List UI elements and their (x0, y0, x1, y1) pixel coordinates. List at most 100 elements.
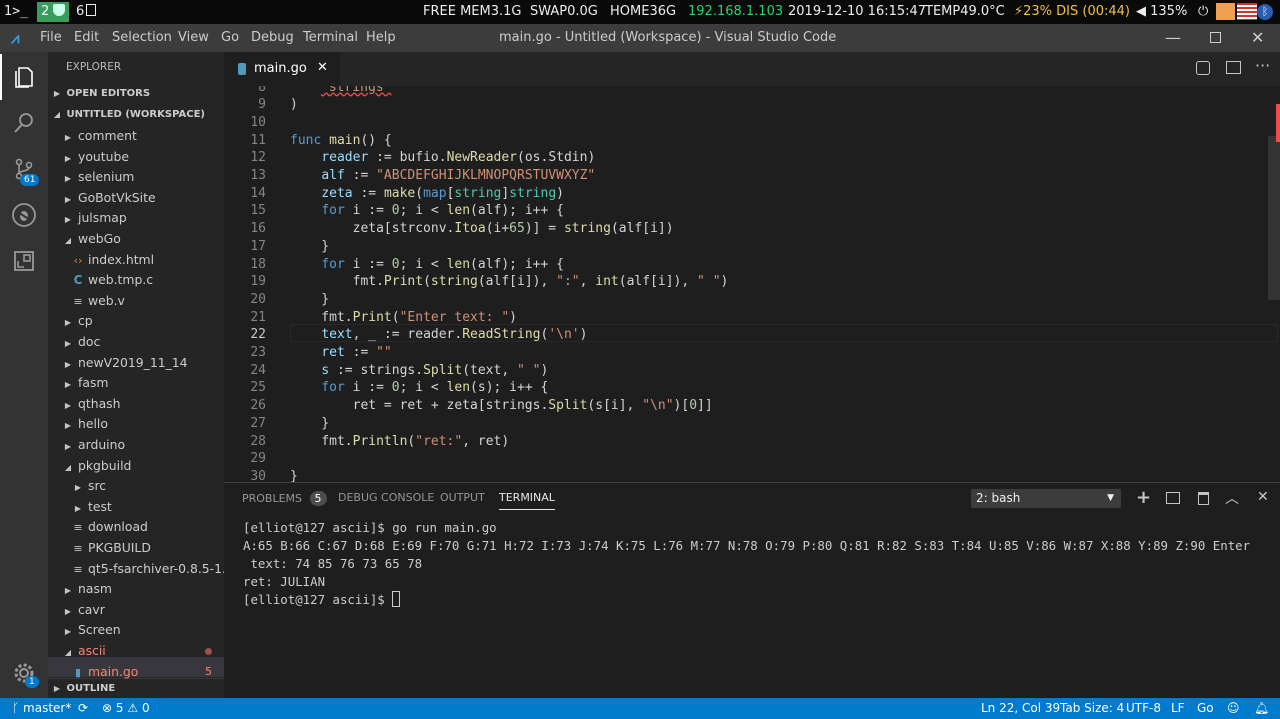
tree-item[interactable]: ▶ test (48, 497, 224, 517)
encoding[interactable]: UTF-8 (1126, 698, 1161, 719)
tree-item[interactable]: ▶ julsmap (48, 208, 224, 228)
tree-item[interactable]: ◢ pkgbuild (48, 456, 224, 476)
chevron-right-icon: ▶ (64, 194, 72, 204)
line-number: 13 (250, 168, 266, 183)
debug-icon[interactable] (0, 192, 48, 238)
line-number: 12 (250, 150, 266, 166)
code-line: s := strings.Split(text, " ") (321, 362, 549, 378)
extensions-icon[interactable] (0, 238, 48, 284)
menu-edit[interactable]: Edit (74, 24, 99, 52)
terminal-select[interactable]: 2: bash ▼ (971, 489, 1121, 508)
menu-go[interactable]: Go (221, 24, 239, 52)
tab-problems[interactable]: PROBLEMS 5 (242, 491, 327, 506)
workspace-6[interactable]: 6 (76, 0, 97, 24)
open-changes-icon[interactable] (1196, 61, 1210, 75)
workspace-2[interactable]: 2 (37, 2, 70, 22)
tree-item[interactable]: ▶ newV2019_11_14 (48, 353, 224, 373)
feedback-icon[interactable]: ☺ (1227, 698, 1240, 719)
maximize-icon[interactable] (1210, 32, 1221, 43)
tab-terminal[interactable]: TERMINAL (499, 491, 555, 510)
maximize-panel-icon[interactable]: ︿ (1225, 488, 1239, 508)
trash-icon[interactable] (1198, 492, 1209, 505)
terminal-launcher-icon[interactable]: 1>_ (4, 0, 28, 24)
tree-item-label: main.go (88, 663, 139, 679)
menu-file[interactable]: File (40, 24, 62, 52)
language-mode[interactable]: Go (1197, 698, 1214, 719)
menu-terminal[interactable]: Terminal (303, 24, 358, 52)
minimap-scrollbar[interactable] (1268, 136, 1280, 300)
tree-item[interactable]: ▮ main.go 5 (48, 662, 224, 682)
tree-item[interactable]: ▶ fasm (48, 373, 224, 393)
code-line: for i := 0; i < len(s); i++ { (321, 380, 549, 396)
close-panel-icon[interactable]: ✕ (1257, 489, 1269, 505)
chevron-right-icon: ▶ (53, 89, 61, 98)
power-icon[interactable]: ⏻ (1198, 0, 1208, 24)
tree-item[interactable]: ≡ web.v (48, 291, 224, 311)
tab-size[interactable]: Tab Size: 4 (1060, 698, 1124, 719)
more-actions-icon[interactable]: ··· (1255, 56, 1270, 75)
line-number: 16 (250, 221, 266, 237)
tree-item[interactable]: ▶ doc (48, 332, 224, 352)
tree-item[interactable]: ≡ PKGBUILD (48, 538, 224, 558)
code-editor[interactable]: 8 "strings" 9) 10 11 func main() {12 reader :… (224, 86, 1280, 482)
tree-item[interactable]: ▶ comment (48, 126, 224, 146)
problems-indicator[interactable]: ⊗ 5 ⚠ 0 (102, 698, 150, 719)
tree-item[interactable]: ▶ nasm (48, 579, 224, 599)
line-number: 18 (250, 256, 266, 272)
split-terminal-icon[interactable] (1166, 492, 1180, 504)
tree-item[interactable]: ▶ src (48, 476, 224, 496)
search-icon[interactable] (0, 100, 48, 146)
tree-item[interactable]: ▶ Screen (48, 620, 224, 640)
keyboard-layout-icon[interactable] (1216, 3, 1235, 20)
tree-item-label: webGo (78, 231, 121, 246)
close-window-icon[interactable]: ✕ (1251, 24, 1264, 52)
tree-item-label: ascii (78, 643, 106, 658)
chevron-down-icon: ◢ (64, 648, 72, 657)
chevron-down-icon: ◢ (64, 236, 72, 245)
line-number: 20 (250, 291, 266, 307)
tab-debug-console[interactable]: DEBUG CONSOLE (338, 491, 434, 504)
tree-item[interactable]: ▶ arduino (48, 435, 224, 455)
tree-item[interactable]: ≡ qt5-fsarchiver-0.8.5-1.... (48, 559, 224, 579)
menu-help[interactable]: Help (366, 24, 396, 52)
tab-close-icon[interactable]: ✕ (317, 60, 328, 75)
tree-item-label: PKGBUILD (88, 540, 151, 555)
split-editor-icon[interactable] (1226, 61, 1241, 74)
flag-icon[interactable] (1237, 3, 1257, 20)
tab-output[interactable]: OUTPUT (440, 491, 485, 504)
workspace-section[interactable]: ◢ UNTITLED (WORKSPACE) (48, 105, 224, 125)
code-line: zeta[strconv.Itoa(i+65)] = string(alf[i]… (290, 221, 674, 237)
volume[interactable]: ◀ 135% (1136, 0, 1187, 24)
sync-icon[interactable]: ⟳ (78, 698, 88, 719)
tree-item[interactable]: ▶ hello (48, 414, 224, 434)
tree-item[interactable]: ▶ cavr (48, 600, 224, 620)
source-control-icon[interactable]: 61 (0, 146, 48, 192)
problems-label: PROBLEMS (242, 492, 303, 505)
settings-gear-icon[interactable]: 1 (0, 650, 48, 696)
tree-item[interactable]: ‹› index.html (48, 250, 224, 270)
tree-item[interactable]: ▶ qthash (48, 394, 224, 414)
menu-debug[interactable]: Debug (251, 24, 294, 52)
menu-selection[interactable]: Selection (112, 24, 172, 52)
menu-view[interactable]: View (178, 24, 209, 52)
end-of-line[interactable]: LF (1171, 698, 1185, 719)
explorer-icon[interactable] (0, 54, 48, 100)
tree-item[interactable]: Cweb.tmp.c (48, 270, 224, 290)
branch-indicator[interactable]: ᚴ master* (12, 698, 71, 719)
tab-main-go[interactable]: main.go ✕ (224, 52, 340, 86)
tree-item[interactable]: ▶ selenium (48, 167, 224, 187)
tree-item-label: fasm (78, 375, 109, 391)
new-terminal-icon[interactable]: + (1136, 487, 1151, 508)
bluetooth-icon[interactable]: ᛒ (1257, 4, 1273, 20)
cursor-position[interactable]: Ln 22, Col 39 (981, 698, 1060, 719)
free-mem: FREE MEM3.1G (423, 4, 522, 19)
tree-item[interactable]: ◢ webGo (48, 229, 224, 249)
open-editors-section[interactable]: ▶ OPEN EDITORS (48, 84, 224, 104)
tree-item[interactable]: ▶ cp (48, 311, 224, 331)
tree-item[interactable]: ▶ youtube (48, 147, 224, 167)
minimize-icon[interactable]: — (1165, 24, 1181, 52)
tree-item[interactable]: ◢ ascii (48, 641, 224, 661)
tree-item[interactable]: ▶ GoBotVkSite (48, 188, 224, 208)
notifications-bell-icon[interactable]: 🔔︎ (1254, 698, 1269, 719)
tree-item[interactable]: ≡ download (48, 517, 224, 537)
